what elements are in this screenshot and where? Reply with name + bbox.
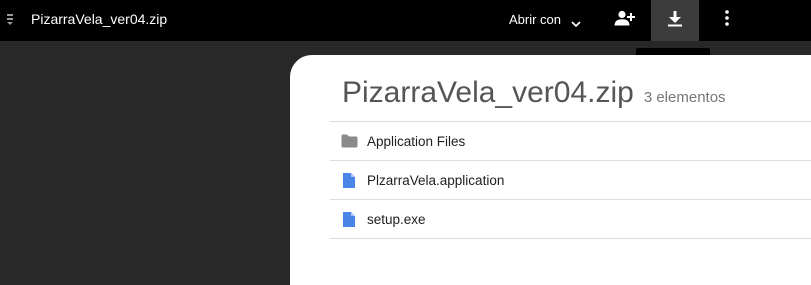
panel-header: PizarraVela_ver04.zip 3 elementos [342, 76, 726, 110]
chevron-down-icon [571, 16, 581, 27]
top-bar: PizarraVela_ver04.zip Abrir con [0, 0, 811, 41]
file-list: Application Files PlzarraVela.applicatio… [330, 121, 811, 239]
list-item-file[interactable]: PlzarraVela.application [330, 161, 811, 200]
more-vert-icon [725, 10, 729, 31]
open-with-label: Abrir con [509, 11, 562, 27]
share-button[interactable] [600, 0, 648, 41]
file-icon [340, 171, 358, 189]
file-name: Application Files [367, 133, 466, 149]
item-count: 3 elementos [643, 89, 726, 106]
open-with-button[interactable]: Abrir con [509, 10, 581, 28]
overflow-menu-icon[interactable] [5, 12, 15, 26]
list-item-folder[interactable]: Application Files [330, 122, 811, 161]
file-icon [340, 210, 358, 228]
folder-icon [340, 132, 358, 150]
add-person-icon [613, 10, 635, 31]
file-name: setup.exe [367, 211, 426, 227]
download-button[interactable] [651, 0, 699, 41]
list-item-file[interactable]: setup.exe [330, 200, 811, 239]
download-icon [667, 10, 683, 32]
zip-contents-panel: PizarraVela_ver04.zip 3 elementos Applic… [290, 55, 811, 285]
more-options-button[interactable] [703, 0, 751, 41]
zip-title: PizarraVela_ver04.zip [342, 76, 634, 109]
file-name: PlzarraVela.application [367, 172, 505, 188]
file-title: PizarraVela_ver04.zip [31, 11, 168, 27]
